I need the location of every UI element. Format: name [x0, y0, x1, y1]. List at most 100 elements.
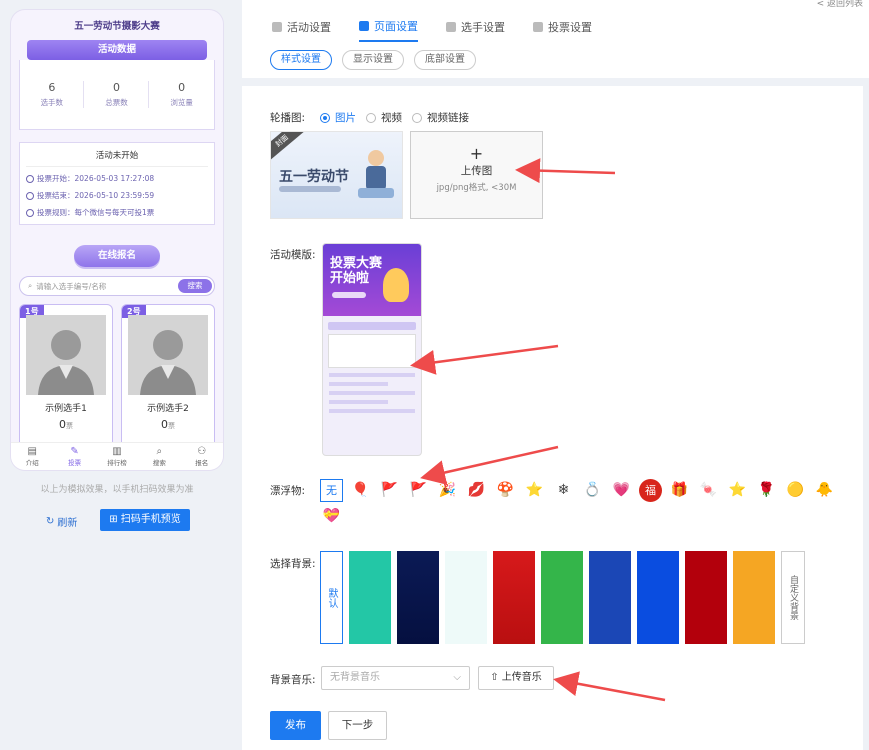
qr-icon: ⊞ [109, 514, 121, 525]
background-swatch[interactable] [349, 551, 391, 644]
player-card[interactable]: 2号 示例选手2 0票 [121, 304, 215, 454]
cover-flag: 封面 [271, 132, 306, 163]
phone-tabbar: ▤ 介绍 ✎ 投票 ▥ 排行榜 ⌕ 搜索 ⚇ 报名 [11, 442, 223, 470]
custom-background-button[interactable]: 自定义背景 [781, 551, 805, 644]
search-icon: ⌕ [28, 281, 33, 290]
upload-image-box[interactable]: + 上传图 jpg/png格式, <30M [410, 131, 543, 219]
banner-type-radios: 图片 视频 视频链接 [320, 110, 469, 125]
tab-player-settings[interactable]: 选手设置 [446, 18, 505, 42]
preview-hint: 以上为模拟效果，以手机扫码效果为准 [40, 485, 194, 495]
tab-search[interactable]: ⌕ 搜索 [139, 446, 179, 467]
star-icon[interactable]: ⭐ [726, 479, 749, 502]
refresh-icon: ↻ [46, 516, 55, 527]
refresh-button[interactable]: ↻ 刷新 [46, 514, 77, 529]
clock-icon [26, 191, 34, 200]
back-to-list-link[interactable]: < 返回列表 [817, 0, 863, 9]
player-name: 示例选手1 [45, 404, 87, 414]
fortune-icon[interactable]: 福 [639, 479, 662, 502]
float-none-option[interactable]: 无 [320, 479, 343, 502]
tab-vote-settings[interactable]: 投票设置 [533, 18, 592, 42]
tab-signup[interactable]: ⚇ 报名 [182, 446, 222, 467]
mushroom-icon[interactable]: 🍄 [494, 479, 517, 502]
subtab-style[interactable]: 样式设置 [270, 50, 332, 70]
banner-label: 轮播图: [270, 112, 306, 124]
background-default-option[interactable]: 默认 [320, 551, 343, 644]
publish-button[interactable]: 发布 [270, 711, 321, 740]
vote-start-time: 投票开始：2026-05-03 17:27:08 [37, 174, 155, 183]
party-popper-icon[interactable]: 🎉 [436, 479, 459, 502]
tab-ranking[interactable]: ▥ 排行榜 [97, 446, 137, 467]
banner-text: 五一劳动节 [279, 169, 349, 185]
player-avatar [26, 315, 106, 395]
clock-icon [26, 174, 34, 183]
player-icon [446, 22, 456, 32]
music-select[interactable]: 无背景音乐 ⌵ [321, 666, 470, 690]
background-swatch[interactable] [637, 551, 679, 644]
signup-button[interactable]: 在线报名 [74, 245, 160, 267]
phone-title: 五一劳动节摄影大赛 [74, 21, 160, 32]
background-swatch[interactable] [685, 551, 727, 644]
snowflake-icon[interactable]: ❄ [552, 479, 575, 502]
banner-image-thumb[interactable]: 封面 五一劳动节 [270, 131, 403, 219]
settings-nav: < 返回列表 活动设置 页面设置 选手设置 投票设置 样式设置 显示设置 底部设… [242, 0, 869, 78]
player-votes: 0票 [161, 418, 175, 431]
flag-icon[interactable]: 🚩 [407, 479, 430, 502]
background-swatch[interactable] [733, 551, 775, 644]
ring-icon[interactable]: 💍 [581, 479, 604, 502]
candy-icon[interactable]: 🍬 [697, 479, 720, 502]
flag-icon[interactable]: 🚩 [378, 479, 401, 502]
background-swatch[interactable] [397, 551, 439, 644]
upload-icon: ⇧ [490, 672, 502, 683]
balloon-icon[interactable]: 🎈 [349, 479, 372, 502]
radio-video[interactable]: 视频 [366, 110, 402, 125]
radio-image[interactable]: 图片 [320, 110, 356, 125]
scan-preview-button[interactable]: ⊞ 扫码手机预览 [100, 509, 190, 531]
tab-page-settings[interactable]: 页面设置 [359, 18, 418, 42]
user-icon: ⚇ [197, 446, 207, 457]
player-search-input[interactable]: ⌕ 请输入选手编号/名称 搜索 [19, 276, 215, 296]
search-icon: ⌕ [156, 446, 163, 457]
heart-icon[interactable]: 💗 [610, 479, 633, 502]
player-card[interactable]: 1号 示例选手1 0票 [19, 304, 113, 454]
document-icon: ▤ [27, 446, 37, 457]
player-avatar [128, 315, 208, 395]
location-icon [26, 208, 34, 217]
banner-illustration [358, 150, 394, 198]
float-options: 无 🎈 🚩 🚩 🎉 💋 🍄 ⭐ ❄ 💍 💗 福 🎁 🍬 ⭐ 🌹 🟡 🐥 💝 [320, 479, 840, 528]
vote-end-time: 投票结束：2026-05-10 23:59:59 [37, 191, 155, 200]
activity-status: 活动未开始 [26, 149, 208, 167]
search-button[interactable]: 搜索 [178, 279, 212, 293]
next-step-button[interactable]: 下一步 [328, 711, 387, 740]
background-swatch[interactable] [493, 551, 535, 644]
player-name: 示例选手2 [147, 404, 189, 414]
background-swatch[interactable] [589, 551, 631, 644]
activity-info: 活动未开始 投票开始：2026-05-03 17:27:08 投票结束：2026… [19, 142, 215, 225]
float-label: 漂浮物: [270, 485, 306, 497]
radio-video-link[interactable]: 视频链接 [412, 110, 469, 125]
player-cards: 1号 示例选手1 0票 2号 示例选手2 0票 [19, 304, 215, 454]
page-subtabs: 样式设置 显示设置 底部设置 [270, 50, 476, 70]
coin-icon[interactable]: 🟡 [784, 479, 807, 502]
style-settings-form: 轮播图: 图片 视频 视频链接 封面 五一劳动节 + 上传图 jpg/png格式… [242, 86, 863, 750]
template-thumb[interactable]: 投票大赛 开始啦 [322, 243, 422, 456]
tab-vote[interactable]: ✎ 投票 [55, 446, 95, 467]
lips-icon[interactable]: 💋 [465, 479, 488, 502]
tab-intro[interactable]: ▤ 介绍 [12, 446, 52, 467]
vote-rule: 投票规则：每个微信号每天可投1票 [37, 208, 155, 217]
subtab-footer[interactable]: 底部设置 [414, 50, 476, 70]
tab-activity-settings[interactable]: 活动设置 [272, 18, 331, 42]
chick-icon[interactable]: 🐥 [813, 479, 836, 502]
subtab-display[interactable]: 显示设置 [342, 50, 404, 70]
gift-icon[interactable]: 🎁 [668, 479, 691, 502]
star-icon[interactable]: ⭐ [523, 479, 546, 502]
template-label: 活动模版: [270, 249, 316, 261]
settings-icon [272, 22, 282, 32]
page-icon [359, 21, 369, 31]
background-swatch[interactable] [445, 551, 487, 644]
rose-icon[interactable]: 🌹 [755, 479, 778, 502]
upload-music-button[interactable]: ⇧ 上传音乐 [478, 666, 554, 690]
stat-views: 0 浏览量 [170, 81, 193, 107]
plus-icon: + [469, 144, 484, 163]
background-swatch[interactable] [541, 551, 583, 644]
heart-ribbon-icon[interactable]: 💝 [320, 505, 343, 528]
